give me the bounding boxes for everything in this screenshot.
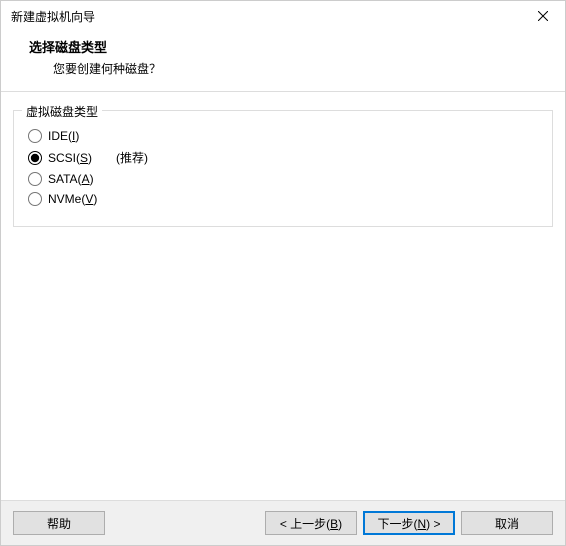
back-button[interactable]: < 上一步(B)	[265, 511, 357, 535]
next-button[interactable]: 下一步(N) >	[363, 511, 455, 535]
titlebar: 新建虚拟机向导	[1, 1, 565, 31]
radio-input-ide[interactable]	[28, 129, 42, 143]
radio-input-nvme[interactable]	[28, 192, 42, 206]
radio-option-nvme[interactable]: NVMe(V)	[28, 192, 538, 206]
help-button[interactable]: 帮助	[13, 511, 105, 535]
radio-label: NVMe(V)	[48, 192, 97, 206]
close-button[interactable]	[520, 1, 565, 31]
disk-type-group: 虚拟磁盘类型 IDE(I) SCSI(S) (推荐) SATA(A) NVMe(…	[13, 110, 553, 227]
radio-input-sata[interactable]	[28, 172, 42, 186]
radio-option-scsi[interactable]: SCSI(S) (推荐)	[28, 149, 538, 166]
close-icon	[538, 11, 548, 21]
radio-label: IDE(I)	[48, 129, 79, 143]
content-area: 虚拟磁盘类型 IDE(I) SCSI(S) (推荐) SATA(A) NVMe(…	[1, 91, 565, 501]
group-legend: 虚拟磁盘类型	[22, 103, 102, 120]
radio-label: SCSI(S)	[48, 151, 92, 165]
wizard-header: 选择磁盘类型 您要创建何种磁盘？	[1, 31, 565, 91]
wizard-footer: 帮助 < 上一步(B) 下一步(N) > 取消	[1, 501, 565, 545]
page-title: 选择磁盘类型	[29, 37, 555, 56]
window-title: 新建虚拟机向导	[11, 8, 95, 25]
radio-label: SATA(A)	[48, 172, 94, 186]
recommended-label: (推荐)	[116, 149, 148, 166]
footer-right: < 上一步(B) 下一步(N) > 取消	[265, 511, 553, 535]
footer-left: 帮助	[13, 511, 105, 535]
radio-option-ide[interactable]: IDE(I)	[28, 129, 538, 143]
radio-option-sata[interactable]: SATA(A)	[28, 172, 538, 186]
radio-input-scsi[interactable]	[28, 151, 42, 165]
cancel-button[interactable]: 取消	[461, 511, 553, 535]
page-subtitle: 您要创建何种磁盘？	[29, 60, 555, 77]
